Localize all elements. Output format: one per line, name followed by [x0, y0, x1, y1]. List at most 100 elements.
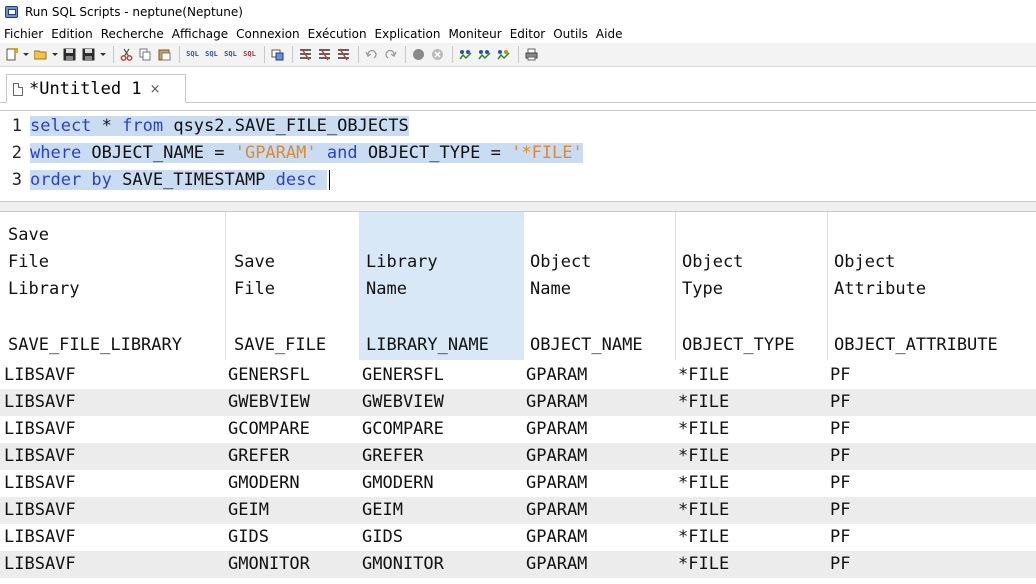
cell-object-name[interactable]: GPARAM — [526, 470, 587, 497]
explain-icon[interactable] — [297, 46, 314, 63]
menu-outils[interactable]: Outils — [553, 27, 588, 41]
cell-object-attribute[interactable]: PF — [830, 497, 850, 524]
cell-save-file-library[interactable]: LIBSAVF — [4, 362, 76, 389]
cell-library-name[interactable]: GCOMPARE — [362, 416, 444, 443]
menu-explication[interactable]: Explication — [375, 27, 441, 41]
cell-library-name[interactable]: GWEBVIEW — [362, 389, 444, 416]
cell-object-type[interactable]: *FILE — [678, 524, 729, 551]
cell-save-file[interactable]: GCOMPARE — [228, 416, 310, 443]
cell-object-type[interactable]: *FILE — [678, 470, 729, 497]
cell-object-name[interactable]: GPARAM — [526, 551, 587, 578]
cell-object-name[interactable]: GPARAM — [526, 389, 587, 416]
cell-save-file[interactable]: GIDS — [228, 524, 269, 551]
cell-object-type[interactable]: *FILE — [678, 362, 729, 389]
table-row[interactable]: LIBSAVF GMODERN GMODERN GPARAM *FILE PF — [0, 470, 1036, 497]
cell-object-attribute[interactable]: PF — [830, 524, 850, 551]
menu-connexion[interactable]: Connexion — [236, 27, 300, 41]
cell-library-name[interactable]: GREFER — [362, 443, 423, 470]
monitor-icon[interactable] — [457, 46, 474, 63]
new-file-dropdown-icon[interactable] — [22, 46, 29, 63]
cell-object-type[interactable]: *FILE — [678, 551, 729, 578]
cell-object-name[interactable]: GPARAM — [526, 443, 587, 470]
table-row[interactable]: LIBSAVF GEIM GEIM GPARAM *FILE PF — [0, 497, 1036, 524]
connection-icon[interactable] — [269, 46, 286, 63]
cell-save-file-library[interactable]: LIBSAVF — [4, 470, 76, 497]
redo-icon[interactable] — [382, 46, 399, 63]
table-row[interactable]: LIBSAVF GIDS GIDS GPARAM *FILE PF — [0, 524, 1036, 551]
cell-object-name[interactable]: GPARAM — [526, 524, 587, 551]
menu-editor[interactable]: Editor — [510, 27, 546, 41]
explain-only-icon[interactable] — [335, 46, 352, 63]
tab-untitled-1[interactable]: *Untitled 1 × — [6, 74, 186, 103]
cell-save-file[interactable]: GREFER — [228, 443, 289, 470]
save-as-icon[interactable] — [80, 46, 97, 63]
column-header-library-name[interactable]: Library Name LIBRARY_NAME — [360, 212, 524, 360]
stop-icon[interactable] — [410, 46, 427, 63]
cut-icon[interactable] — [118, 46, 135, 63]
cell-library-name[interactable]: GEIM — [362, 497, 403, 524]
cell-save-file[interactable]: GENERSFL — [228, 362, 310, 389]
run-sql-icon[interactable]: SQL — [184, 46, 201, 63]
cell-object-name[interactable]: GPARAM — [526, 416, 587, 443]
cell-library-name[interactable]: GMONITOR — [362, 551, 444, 578]
cell-save-file-library[interactable]: LIBSAVF — [4, 389, 76, 416]
cell-library-name[interactable]: GMODERN — [362, 470, 434, 497]
sql-details-icon[interactable] — [495, 46, 512, 63]
sql-editor[interactable]: 1 select * from qsys2.SAVE_FILE_OBJECTS 2… — [0, 110, 1036, 202]
cell-object-name[interactable]: GPARAM — [526, 362, 587, 389]
pane-splitter[interactable] — [0, 202, 1036, 212]
print-icon[interactable] — [523, 46, 540, 63]
cell-object-type[interactable]: *FILE — [678, 389, 729, 416]
menu-affichage[interactable]: Affichage — [172, 27, 228, 41]
cell-save-file[interactable]: GMODERN — [228, 470, 300, 497]
cell-save-file-library[interactable]: LIBSAVF — [4, 524, 76, 551]
table-row[interactable]: LIBSAVF GCOMPARE GCOMPARE GPARAM *FILE PF — [0, 416, 1036, 443]
column-header-object-name[interactable]: Object Name OBJECT_NAME — [524, 212, 676, 360]
menu-execution[interactable]: Exécution — [308, 27, 367, 41]
sql-performance-icon[interactable] — [476, 46, 493, 63]
menu-fichier[interactable]: Fichier — [4, 27, 43, 41]
column-header-object-type[interactable]: Object Type OBJECT_TYPE — [676, 212, 828, 360]
column-header-save-file[interactable]: Save File SAVE_FILE — [226, 212, 360, 360]
cell-save-file-library[interactable]: LIBSAVF — [4, 551, 76, 578]
visual-explain-icon[interactable] — [316, 46, 333, 63]
table-row[interactable]: LIBSAVF GENERSFL GENERSFL GPARAM *FILE PF — [0, 362, 1036, 389]
cancel-request-icon[interactable] — [429, 46, 446, 63]
cell-object-type[interactable]: *FILE — [678, 416, 729, 443]
cell-save-file[interactable]: GEIM — [228, 497, 269, 524]
cell-object-name[interactable]: GPARAM — [526, 497, 587, 524]
table-row[interactable]: LIBSAVF GMONITOR GMONITOR GPARAM *FILE PF — [0, 551, 1036, 578]
run-sql-all-icon[interactable]: SQL — [203, 46, 220, 63]
menu-edition[interactable]: Edition — [51, 27, 93, 41]
cell-object-attribute[interactable]: PF — [830, 389, 850, 416]
run-sql-selected-icon[interactable]: SQL — [222, 46, 239, 63]
cell-object-type[interactable]: *FILE — [678, 497, 729, 524]
close-tab-icon[interactable]: × — [150, 82, 161, 97]
table-row[interactable]: LIBSAVF GREFER GREFER GPARAM *FILE PF — [0, 443, 1036, 470]
run-sql-from-cursor-icon[interactable]: SQL — [241, 46, 258, 63]
open-dropdown-icon[interactable] — [51, 46, 58, 63]
cell-save-file-library[interactable]: LIBSAVF — [4, 416, 76, 443]
new-file-icon[interactable] — [3, 46, 20, 63]
cell-object-type[interactable]: *FILE — [678, 443, 729, 470]
cell-library-name[interactable]: GENERSFL — [362, 362, 444, 389]
column-header-save-file-library[interactable]: Save File Library SAVE_FILE_LIBRARY — [0, 212, 226, 360]
save-icon[interactable] — [61, 46, 78, 63]
cell-library-name[interactable]: GIDS — [362, 524, 403, 551]
menu-moniteur[interactable]: Moniteur — [448, 27, 501, 41]
paste-icon[interactable] — [156, 46, 173, 63]
column-header-object-attribute[interactable]: Object Attribute OBJECT_ATTRIBUTE — [828, 212, 1036, 360]
cell-object-attribute[interactable]: PF — [830, 416, 850, 443]
cell-object-attribute[interactable]: PF — [830, 362, 850, 389]
cell-save-file[interactable]: GMONITOR — [228, 551, 310, 578]
undo-icon[interactable] — [363, 46, 380, 63]
results-grid[interactable]: Save File Library SAVE_FILE_LIBRARY Save… — [0, 212, 1036, 584]
cell-object-attribute[interactable]: PF — [830, 470, 850, 497]
cell-save-file[interactable]: GWEBVIEW — [228, 389, 310, 416]
table-row[interactable]: LIBSAVF GWEBVIEW GWEBVIEW GPARAM *FILE PF — [0, 389, 1036, 416]
open-folder-icon[interactable] — [32, 46, 49, 63]
save-dropdown-icon[interactable] — [99, 46, 106, 63]
cell-save-file-library[interactable]: LIBSAVF — [4, 443, 76, 470]
cell-save-file-library[interactable]: LIBSAVF — [4, 497, 76, 524]
menu-recherche[interactable]: Recherche — [101, 27, 164, 41]
